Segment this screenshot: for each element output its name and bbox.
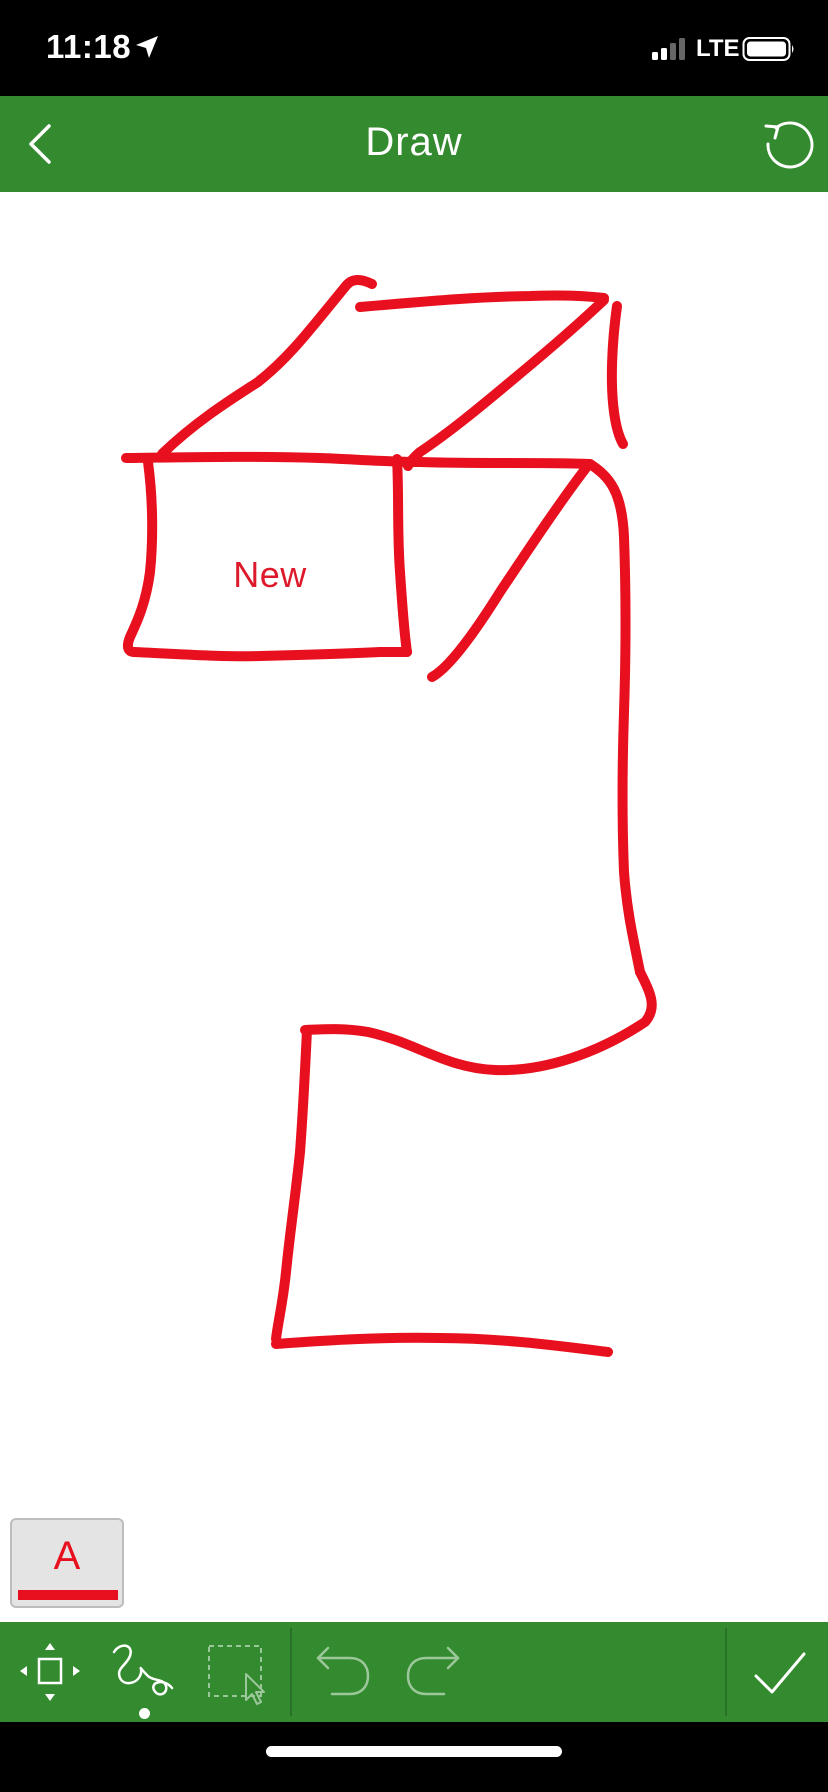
toolbar-divider (290, 1628, 292, 1716)
stroke-long-right-edge (585, 459, 645, 977)
stroke-cube-back-vertical (606, 301, 628, 449)
move-arrows-icon (20, 1643, 80, 1701)
freehand-tool-button[interactable] (106, 1638, 182, 1706)
done-button[interactable] (742, 1638, 818, 1706)
status-bar: 11:18 LTE (0, 0, 828, 96)
move-tool-button[interactable] (12, 1638, 88, 1706)
drawing-canvas[interactable]: New (0, 192, 828, 1622)
select-tool-button[interactable] (198, 1638, 274, 1706)
stroke-zigzag-wall (300, 967, 657, 1076)
freehand-scribble-icon (112, 1644, 174, 1696)
stroke-front-face-bottom (129, 647, 412, 662)
undo-button[interactable] (304, 1638, 380, 1706)
stroke-bottom-edge (271, 1332, 613, 1357)
stroke-front-face-left (122, 457, 158, 657)
redo-button[interactable] (396, 1638, 472, 1706)
signal-bars-icon (652, 38, 685, 60)
text-style-button[interactable]: A (10, 1518, 124, 1608)
status-time: 11:18 (46, 28, 132, 65)
network-label: LTE (696, 35, 740, 62)
drawing-toolbar (0, 1622, 828, 1722)
stroke-cube-top-edge (355, 290, 609, 312)
reset-button[interactable] (758, 114, 818, 174)
location-arrow-icon (136, 36, 158, 58)
home-indicator-area (0, 1722, 828, 1792)
page-title: Draw (365, 120, 463, 164)
stroke-cube-left-diagonal (157, 275, 377, 459)
header-bar: Draw (0, 96, 828, 192)
active-tool-indicator (139, 1708, 150, 1719)
canvas-text-label[interactable]: New (190, 554, 350, 596)
home-indicator[interactable] (266, 1746, 562, 1757)
undo-arrow-icon (316, 1646, 370, 1696)
stroke-inner-diagonal (427, 463, 591, 682)
battery-icon (742, 37, 794, 61)
rotate-reset-icon (764, 121, 814, 169)
toolbar-divider-right (725, 1628, 727, 1716)
stroke-cube-front-top (121, 451, 595, 469)
text-style-letter: A (53, 1534, 81, 1578)
checkmark-icon (754, 1652, 806, 1694)
drawing-strokes[interactable] (0, 192, 828, 1622)
text-color-indicator (18, 1590, 118, 1600)
redo-arrow-icon (406, 1646, 460, 1696)
stroke-front-face-right (392, 454, 412, 657)
stroke-cube-right-diagonal (403, 295, 609, 471)
selection-box-icon (208, 1645, 265, 1705)
stroke-lower-vertical (271, 1025, 312, 1344)
